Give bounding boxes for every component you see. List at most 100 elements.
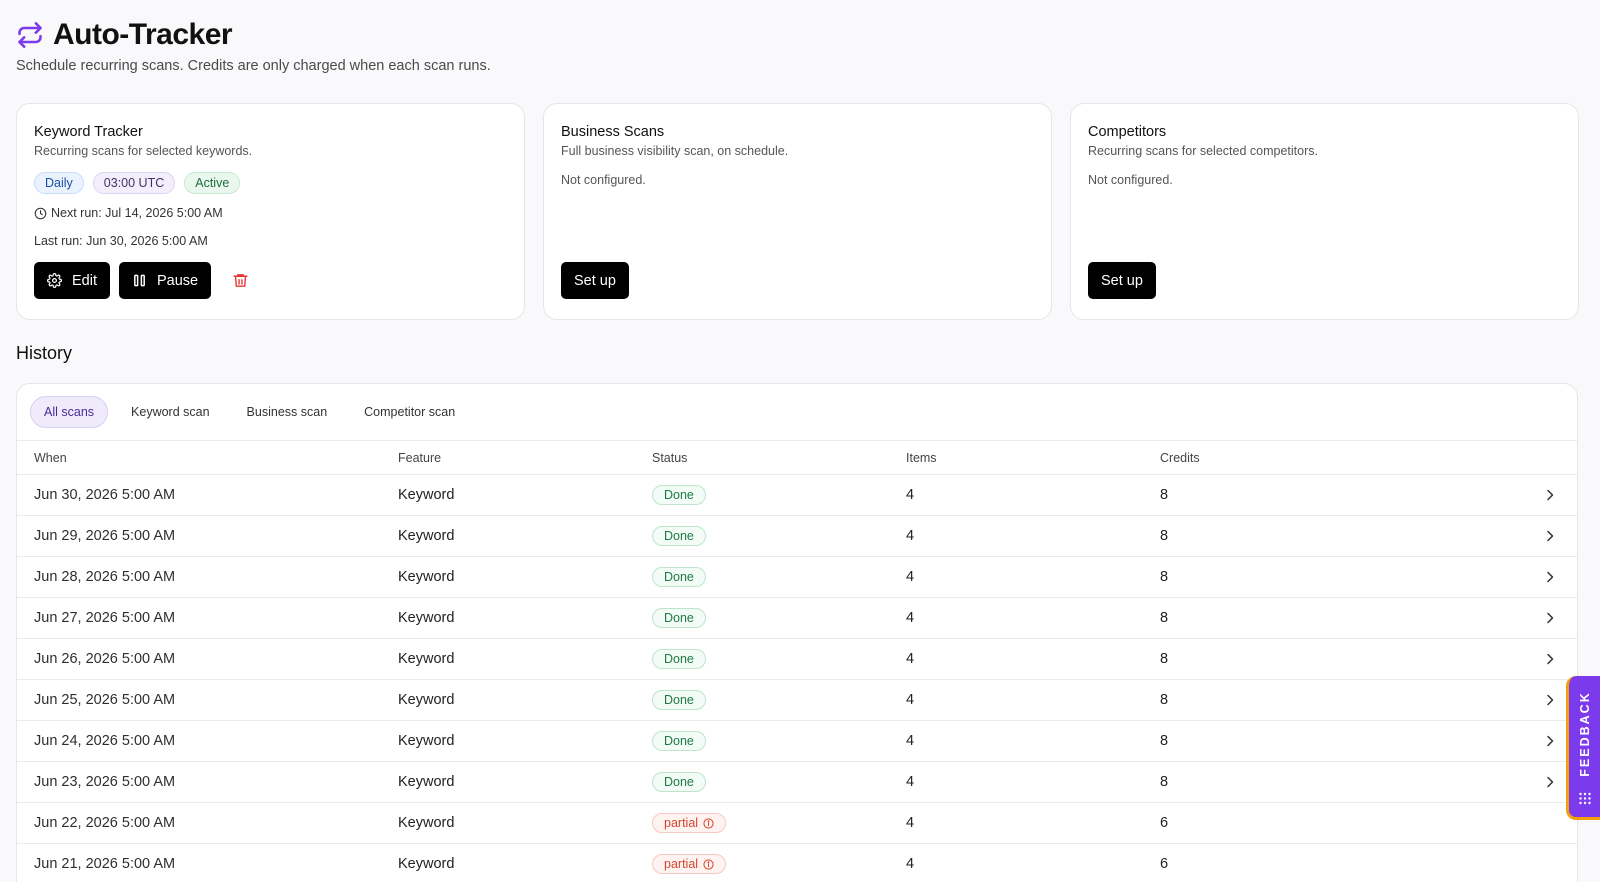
column-header-feature: Feature — [398, 450, 442, 465]
filter-competitor-scan[interactable]: Competitor scan — [350, 396, 469, 428]
row-feature: Keyword — [398, 733, 455, 749]
business-scans-card: Business Scans Full business visibility … — [543, 103, 1052, 320]
row-when: Jun 27, 2026 5:00 AM — [34, 610, 176, 626]
status-badge-label: partial — [664, 857, 699, 871]
card-description: Full business visibility scan, on schedu… — [561, 144, 789, 158]
column-header-when: When — [34, 450, 67, 465]
chevron-right-icon[interactable] — [1543, 775, 1557, 789]
table-row: Jun 22, 2026 5:00 AM Keyword partial 4 6 — [17, 803, 1577, 844]
filter-business-scan[interactable]: Business scan — [233, 396, 342, 428]
competitors-setup-button[interactable]: Set up — [1088, 262, 1156, 299]
status-badge: Done — [652, 567, 706, 587]
row-status-cell: Done — [652, 485, 906, 505]
pause-button[interactable]: Pause — [119, 262, 212, 299]
table-row[interactable]: Jun 23, 2026 5:00 AM Keyword Done 4 8 — [17, 762, 1577, 803]
history-panel: All scans Keyword scan Business scan Com… — [16, 383, 1578, 882]
last-run: Last run: Jun 30, 2026 5:00 AM — [34, 234, 507, 248]
edit-button[interactable]: Edit — [34, 262, 110, 299]
table-row[interactable]: Jun 28, 2026 5:00 AM Keyword Done 4 8 — [17, 557, 1577, 598]
column-header-credits: Credits — [1160, 450, 1200, 465]
chevron-right-icon[interactable] — [1543, 693, 1557, 707]
row-when: Jun 21, 2026 5:00 AM — [34, 856, 176, 872]
row-when: Jun 25, 2026 5:00 AM — [34, 692, 176, 708]
column-header-items: Items — [906, 450, 937, 465]
row-when: Jun 24, 2026 5:00 AM — [34, 733, 176, 749]
info-icon[interactable] — [703, 817, 714, 829]
chevron-right-icon[interactable] — [1543, 529, 1557, 543]
row-status-cell: Done — [652, 690, 906, 710]
table-header: When Feature Status Items Credits — [17, 441, 1577, 475]
chevron-right-icon[interactable] — [1543, 734, 1557, 748]
business-setup-button[interactable]: Set up — [561, 262, 629, 299]
history-filters: All scans Keyword scan Business scan Com… — [17, 384, 1577, 441]
status-badge-label: Done — [664, 570, 694, 584]
row-when: Jun 28, 2026 5:00 AM — [34, 569, 176, 585]
status-badge: Done — [652, 485, 706, 505]
row-feature: Keyword — [398, 856, 455, 872]
filter-keyword-scan[interactable]: Keyword scan — [117, 396, 224, 428]
card-title: Business Scans — [561, 124, 665, 140]
row-items: 4 — [906, 528, 915, 544]
row-feature: Keyword — [398, 528, 455, 544]
keyword-tracker-card: Keyword Tracker Recurring scans for sele… — [16, 103, 525, 320]
clock-icon — [34, 207, 47, 219]
row-status-cell: partial — [652, 813, 906, 833]
row-feature: Keyword — [398, 569, 455, 585]
row-items: 4 — [906, 733, 915, 749]
row-status-cell: Done — [652, 567, 906, 587]
row-when: Jun 23, 2026 5:00 AM — [34, 774, 176, 790]
grip-icon — [1579, 792, 1591, 805]
row-credits: 8 — [1160, 692, 1169, 708]
row-feature: Keyword — [398, 651, 455, 667]
row-credits: 8 — [1160, 733, 1169, 749]
row-items: 4 — [906, 569, 915, 585]
chevron-right-icon[interactable] — [1543, 652, 1557, 666]
gear-icon — [47, 273, 62, 288]
chevron-right-icon[interactable] — [1543, 611, 1557, 625]
row-when: Jun 29, 2026 5:00 AM — [34, 528, 176, 544]
arrows-repeat-icon — [18, 22, 42, 48]
row-items: 4 — [906, 651, 915, 667]
schedule-tags: Daily 03:00 UTC Active — [34, 172, 507, 194]
keyword-card-actions: Edit Pause — [34, 262, 256, 299]
chevron-right-icon[interactable] — [1543, 488, 1557, 502]
table-row[interactable]: Jun 29, 2026 5:00 AM Keyword Done 4 8 — [17, 516, 1577, 557]
card-description: Recurring scans for selected competitors… — [1088, 144, 1318, 158]
time-tag: 03:00 UTC — [92, 172, 176, 194]
chevron-right-icon[interactable] — [1543, 570, 1557, 584]
status-badge: Done — [652, 690, 706, 710]
row-items: 4 — [906, 692, 915, 708]
status-badge: partial — [652, 813, 727, 833]
status-badge: Done — [652, 526, 706, 546]
row-items: 4 — [906, 610, 915, 626]
table-row[interactable]: Jun 26, 2026 5:00 AM Keyword Done 4 8 — [17, 639, 1577, 680]
table-row[interactable]: Jun 30, 2026 5:00 AM Keyword Done 4 8 — [17, 475, 1577, 516]
row-credits: 8 — [1160, 651, 1169, 667]
filter-all-scans[interactable]: All scans — [30, 396, 109, 428]
info-icon[interactable] — [703, 858, 714, 870]
table-row[interactable]: Jun 27, 2026 5:00 AM Keyword Done 4 8 — [17, 598, 1577, 639]
status-badge: partial — [652, 854, 727, 874]
status-badge-label: Done — [664, 488, 694, 502]
column-header-status: Status — [652, 450, 688, 465]
card-title: Keyword Tracker — [34, 124, 143, 140]
row-credits: 8 — [1160, 610, 1169, 626]
delete-button[interactable] — [224, 265, 256, 297]
pause-icon — [134, 274, 145, 287]
feedback-tab[interactable]: FEEDBACK — [1566, 676, 1600, 820]
row-status-cell: Done — [652, 649, 906, 669]
row-status-cell: Done — [652, 731, 906, 751]
row-when: Jun 30, 2026 5:00 AM — [34, 487, 176, 503]
card-description: Recurring scans for selected keywords. — [34, 144, 253, 158]
status-badge-label: Done — [664, 529, 694, 543]
table-row[interactable]: Jun 24, 2026 5:00 AM Keyword Done 4 8 — [17, 721, 1577, 762]
last-run-text: Last run: Jun 30, 2026 5:00 AM — [34, 234, 208, 248]
competitors-card: Competitors Recurring scans for selected… — [1070, 103, 1579, 320]
table-row[interactable]: Jun 25, 2026 5:00 AM Keyword Done 4 8 — [17, 680, 1577, 721]
page-subtitle: Schedule recurring scans. Credits are on… — [16, 58, 491, 74]
page-header: Auto-Tracker — [16, 18, 233, 52]
edit-button-label: Edit — [72, 272, 97, 289]
status-badge-label: Done — [664, 775, 694, 789]
row-items: 4 — [906, 815, 915, 831]
history-title: History — [16, 343, 73, 363]
